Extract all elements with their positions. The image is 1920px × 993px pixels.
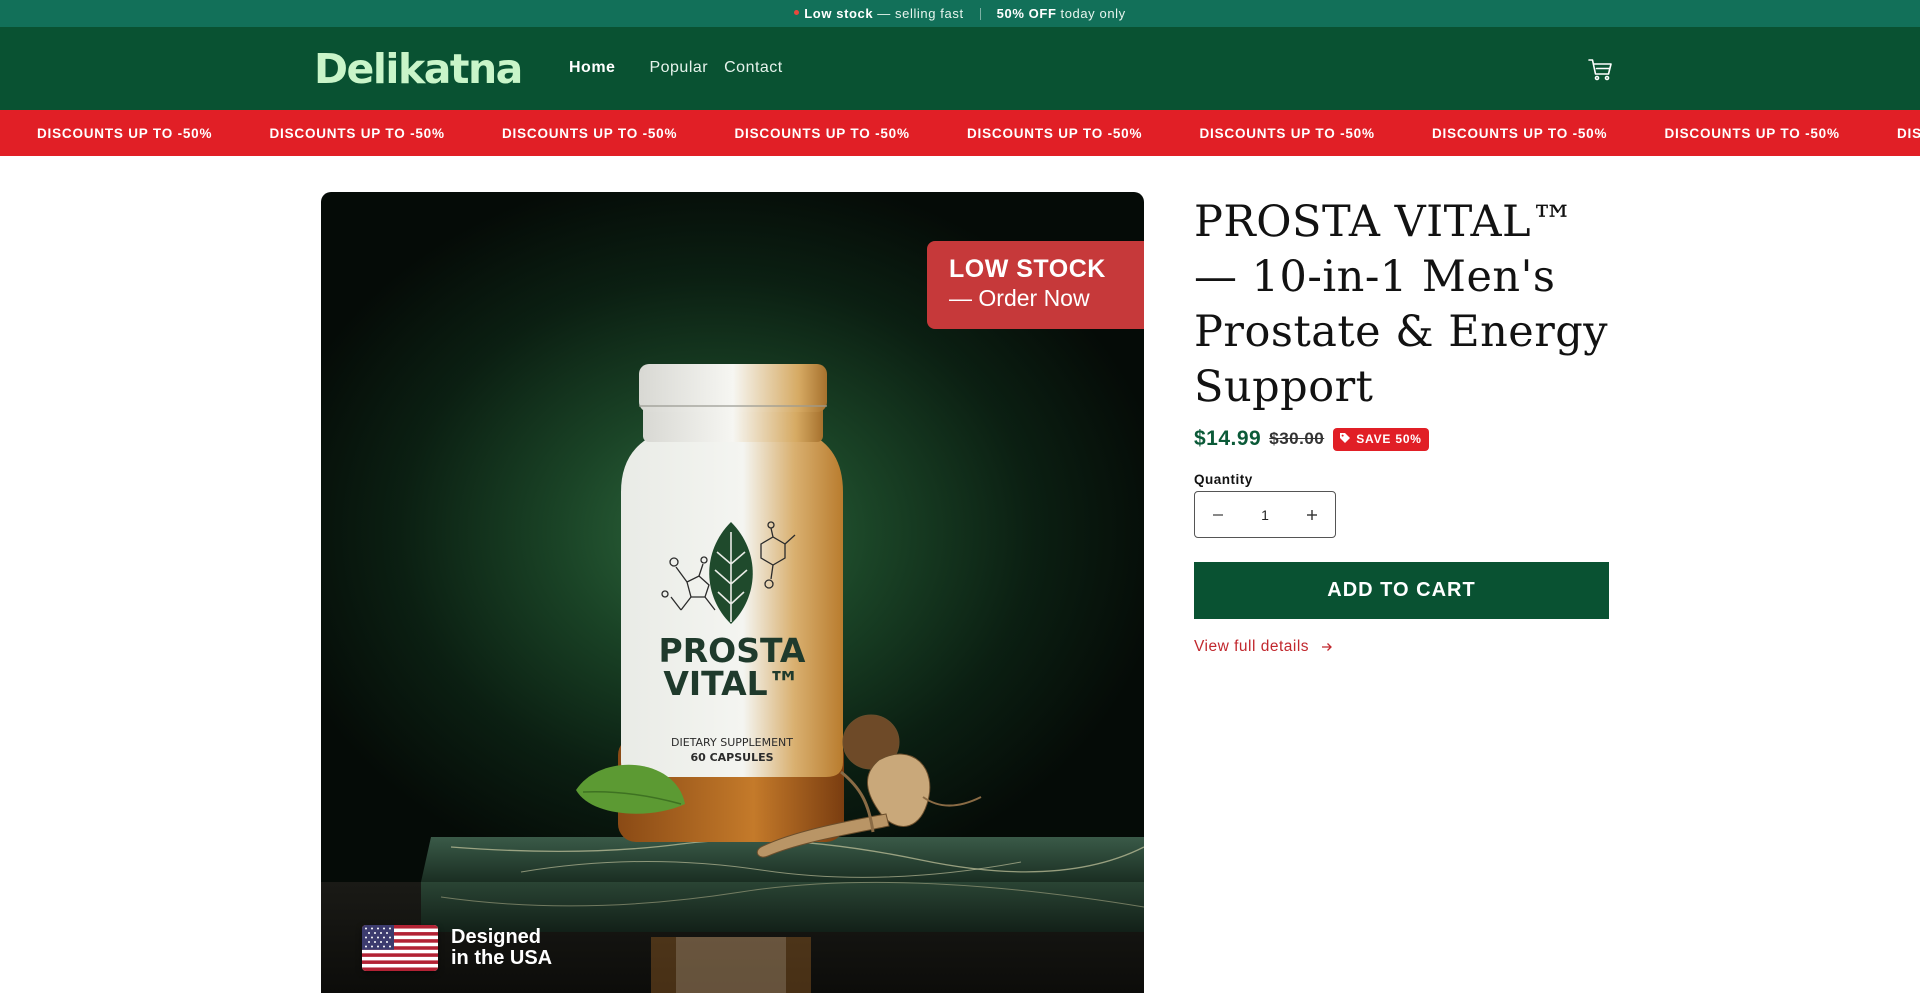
- marquee-track: DISCOUNTS UP TO -50% DISCOUNTS UP TO -50…: [37, 110, 1920, 156]
- cart-icon[interactable]: [1586, 55, 1614, 83]
- low-stock-suffix: — selling fast: [877, 6, 964, 21]
- nav-popular[interactable]: Popular: [649, 59, 708, 77]
- us-flag-icon: [362, 925, 438, 971]
- status-dot-icon: [794, 10, 800, 15]
- product-title: PROSTA VITAL™ — 10-in-1 Men's Prostate &…: [1194, 197, 1609, 412]
- marquee-item: DISCOUNTS UP TO -50%: [1664, 125, 1840, 141]
- designed-in-usa-badge: Designed in the USA: [362, 925, 552, 971]
- marquee-item: DISCOUNTS UP TO -50%: [269, 125, 445, 141]
- price-row: $14.99 $30.00 SAVE 50%: [1194, 427, 1429, 451]
- plus-icon: [1307, 509, 1317, 520]
- sale-price: $14.99: [1194, 427, 1262, 450]
- bottle-cap: [639, 364, 827, 412]
- product-image[interactable]: PROSTA VITAL™ DIETARY SUPPLEMENT 60 CAPS…: [321, 192, 1144, 993]
- bottle-subtitle: DIETARY SUPPLEMENT: [671, 736, 793, 749]
- discount-marquee: DISCOUNTS UP TO -50% DISCOUNTS UP TO -50…: [0, 110, 1920, 156]
- low-stock-badge-line2: — Order Now: [949, 285, 1090, 311]
- usa-line1: Designed: [451, 926, 542, 948]
- announcement-low-stock: Low stock — selling fast: [794, 6, 963, 21]
- bottle-count: 60 CAPSULES: [690, 751, 773, 764]
- nav-home[interactable]: Home: [569, 59, 615, 77]
- quantity-increase-button[interactable]: [1289, 492, 1335, 537]
- compare-price: $30.00: [1269, 429, 1325, 448]
- quantity-stepper: 1: [1194, 491, 1336, 538]
- low-stock-badge-line1: LOW STOCK: [949, 255, 1106, 283]
- quantity-input[interactable]: 1: [1241, 507, 1289, 523]
- offer-label: 50% OFF: [996, 6, 1057, 21]
- low-stock-badge: LOW STOCK — Order Now: [927, 241, 1144, 329]
- add-to-cart-button[interactable]: ADD TO CART: [1194, 562, 1609, 619]
- save-badge-label: SAVE 50%: [1356, 432, 1422, 446]
- marquee-item: DISCOUNTS UP TO -50%: [502, 125, 678, 141]
- view-full-details-label: View full details: [1194, 638, 1310, 655]
- tag-icon: [1339, 432, 1351, 447]
- offer-suffix: today only: [1060, 6, 1126, 21]
- bottle-brand-line2: VITAL™: [663, 664, 800, 703]
- site-logo[interactable]: Delikatna: [314, 45, 523, 93]
- site-header: Delikatna Home Popular Contact: [0, 27, 1920, 110]
- announcement-divider: [979, 7, 981, 20]
- announcement-bar: Low stock — selling fast 50% OFF today o…: [0, 0, 1920, 27]
- view-full-details-link[interactable]: View full details: [1194, 638, 1333, 656]
- marquee-item: DISCOUNTS UP TO -50%: [1432, 125, 1608, 141]
- low-stock-label: Low stock: [804, 6, 874, 21]
- quantity-label: Quantity: [1194, 472, 1253, 487]
- marquee-item: DISCOUNTS UP TO -50%: [1897, 125, 1920, 141]
- usa-line2: in the USA: [451, 947, 553, 969]
- marquee-item: DISCOUNTS UP TO -50%: [967, 125, 1143, 141]
- main-nav: Home Popular Contact: [569, 59, 783, 77]
- nav-contact[interactable]: Contact: [724, 59, 783, 77]
- save-badge: SAVE 50%: [1333, 427, 1429, 451]
- quantity-decrease-button[interactable]: [1195, 492, 1241, 537]
- marquee-item: DISCOUNTS UP TO -50%: [1199, 125, 1375, 141]
- announcement-offer: 50% OFF today only: [997, 6, 1126, 21]
- usa-text: Designed in the USA: [451, 927, 552, 969]
- product-info: PROSTA VITAL™ — 10-in-1 Men's Prostate &…: [1194, 195, 1609, 655]
- arrow-right-icon: [1321, 639, 1333, 655]
- marquee-item: DISCOUNTS UP TO -50%: [734, 125, 910, 141]
- marquee-item: DISCOUNTS UP TO -50%: [37, 125, 213, 141]
- minus-icon: [1213, 513, 1223, 516]
